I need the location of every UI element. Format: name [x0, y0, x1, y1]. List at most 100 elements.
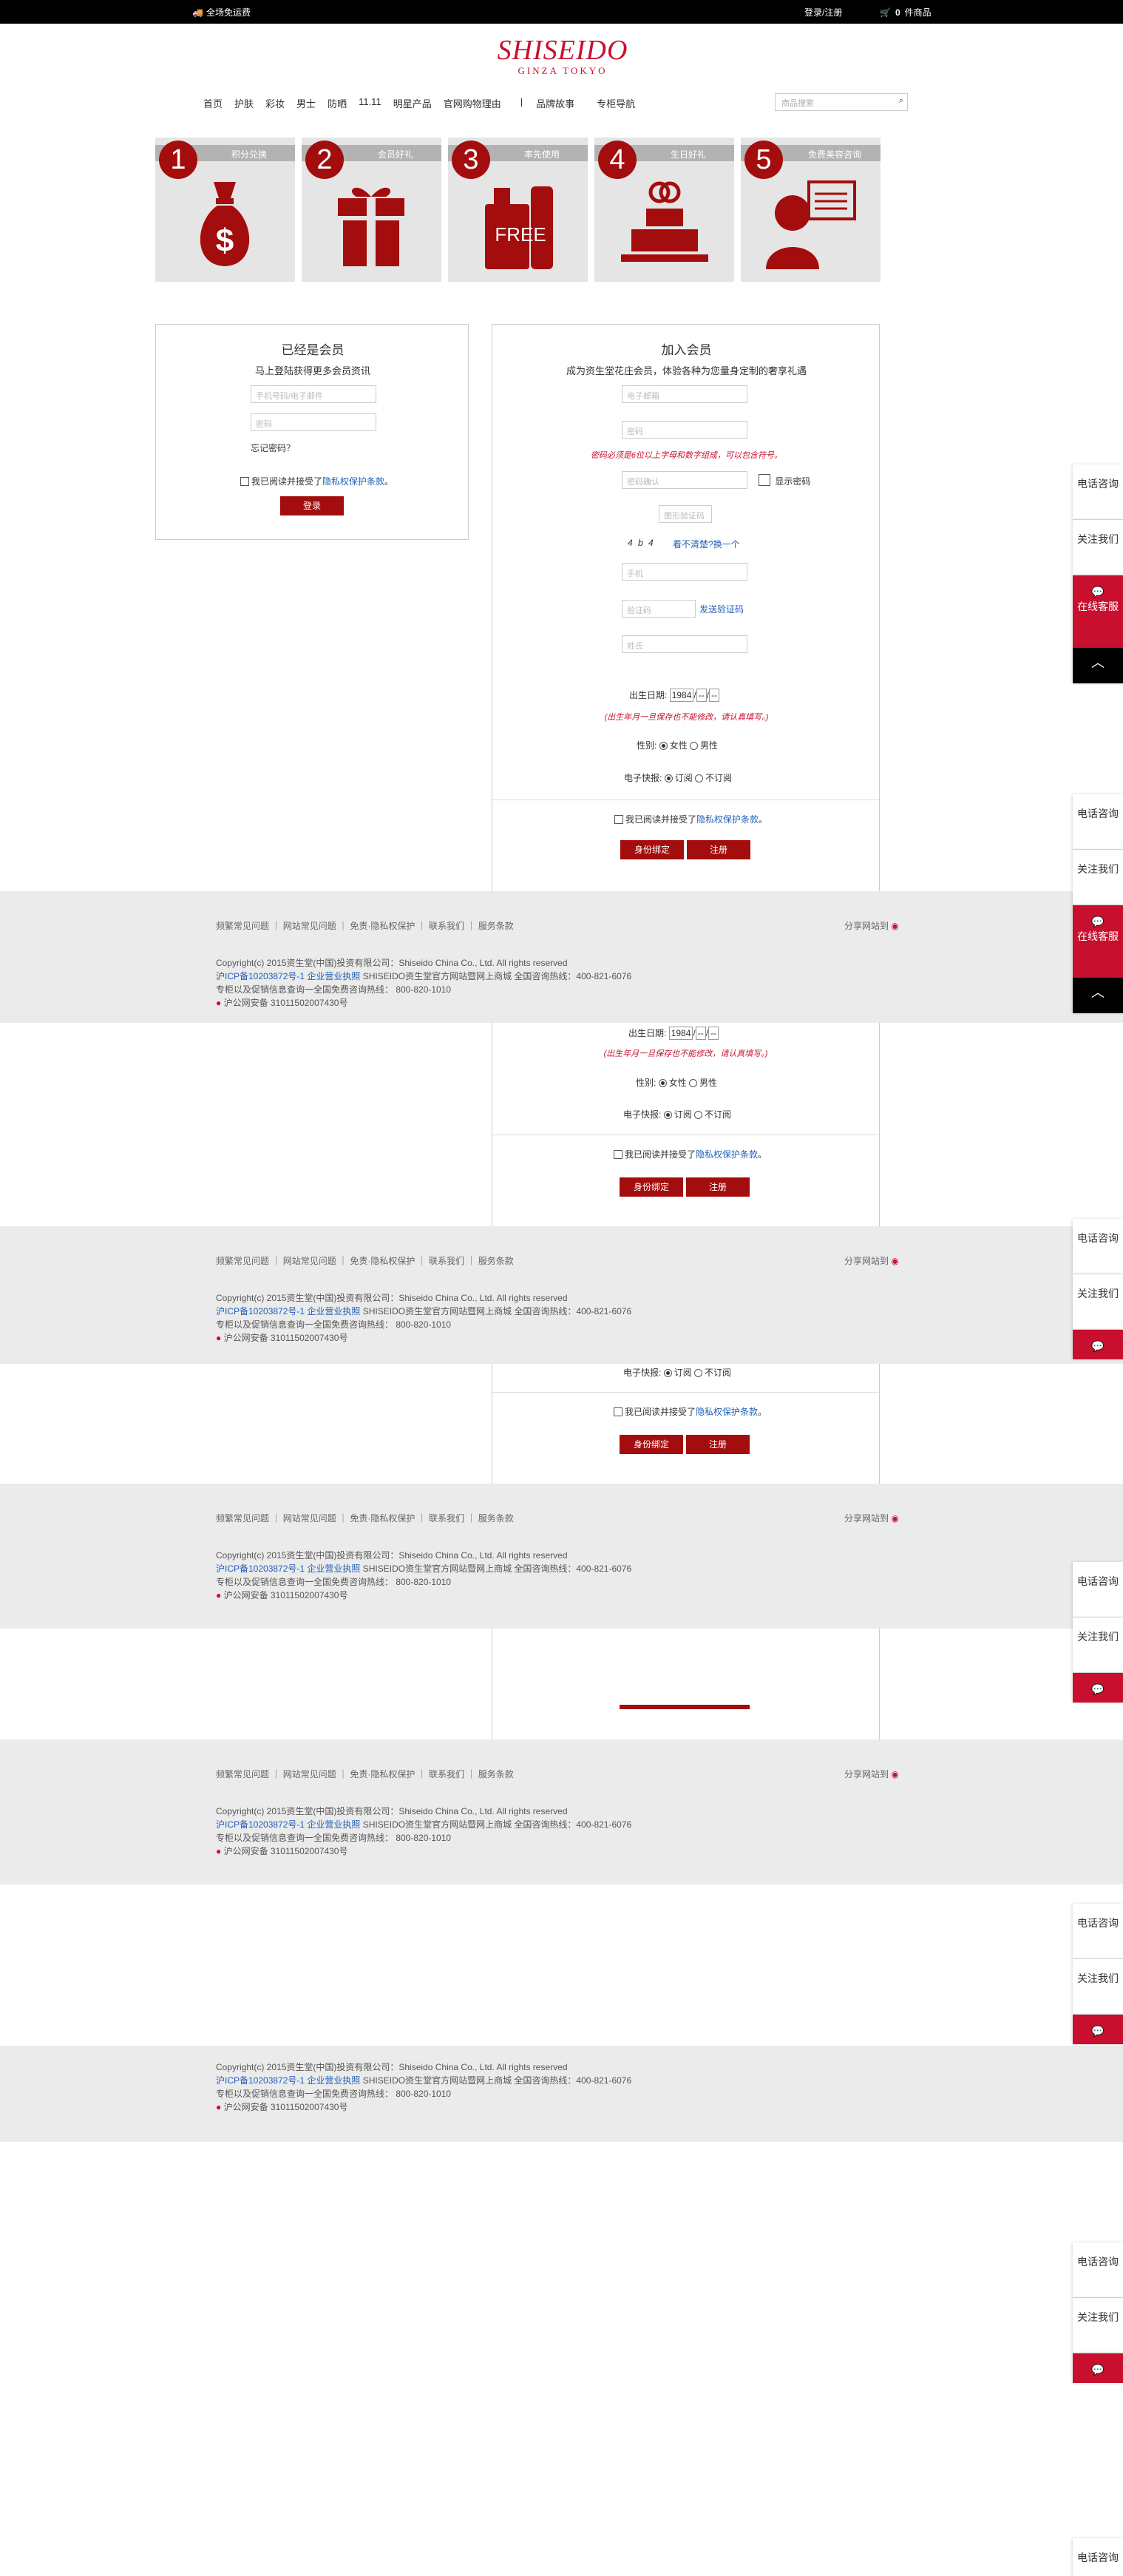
- id-bind-button[interactable]: 身份绑定: [620, 1177, 683, 1197]
- register-agree-checkbox[interactable]: [614, 815, 623, 824]
- login-title: 已经是会员: [281, 343, 345, 357]
- birth-month-select[interactable]: --: [696, 689, 707, 702]
- follow-us-button[interactable]: 关注我们: [1073, 1617, 1123, 1673]
- register-button[interactable]: 注册: [687, 840, 750, 859]
- gender-row: 性别: 女性 男性: [636, 1078, 718, 1088]
- follow-us-button[interactable]: 关注我们: [1073, 1274, 1123, 1330]
- phone-consult-button[interactable]: 电话咨询: [1073, 794, 1123, 850]
- button-fragment: [620, 1705, 750, 1709]
- subscribe-radio[interactable]: [664, 774, 673, 782]
- password-field[interactable]: 密码: [622, 421, 747, 439]
- phone-consult-button[interactable]: 电话咨询: [1073, 1562, 1123, 1617]
- nav-item[interactable]: 防晒: [328, 96, 347, 110]
- login-register-link[interactable]: 登录/注册: [804, 6, 842, 18]
- forgot-password-link[interactable]: 忘记密码？: [251, 442, 295, 454]
- nav-item[interactable]: 护肤: [234, 96, 254, 110]
- login-password-input[interactable]: 密码: [251, 413, 376, 431]
- phone-field[interactable]: 手机: [622, 563, 747, 581]
- phone-consult-button[interactable]: 电话咨询: [1073, 2538, 1123, 2576]
- gender-male-radio[interactable]: [690, 742, 699, 750]
- weibo-icon[interactable]: ◉: [891, 1513, 898, 1524]
- nav-item[interactable]: 彩妆: [265, 96, 285, 110]
- side-widget: 电话咨询: [1073, 2538, 1123, 2576]
- consultant-icon: [766, 180, 856, 269]
- nav-item[interactable]: 男士: [296, 96, 316, 110]
- nav-item[interactable]: 明星产品: [393, 96, 432, 110]
- phone-consult-button[interactable]: 电话咨询: [1073, 1904, 1123, 1959]
- online-service-button[interactable]: 💬 在线客服: [1073, 575, 1123, 648]
- weibo-icon[interactable]: ◉: [891, 921, 898, 931]
- birth-day-select[interactable]: --: [709, 689, 720, 702]
- surname-field[interactable]: 姓氏: [622, 635, 747, 653]
- money-bag-icon: $: [200, 182, 250, 266]
- benefit-tile[interactable]: 2 会员好礼: [302, 138, 441, 282]
- chat-icon: 💬: [1091, 1340, 1105, 1352]
- login-button[interactable]: 登录: [280, 496, 344, 515]
- follow-us-button[interactable]: 关注我们: [1073, 2298, 1123, 2353]
- share-weibo[interactable]: 分享网站到 ◉: [844, 1254, 899, 1267]
- follow-us-button[interactable]: 关注我们: [1073, 520, 1123, 575]
- privacy-link[interactable]: 隐私权保护条款: [696, 814, 759, 825]
- sms-code-field[interactable]: 验证码: [622, 600, 696, 618]
- nav-item[interactable]: 品牌故事: [536, 96, 574, 110]
- share-weibo[interactable]: 分享网站到 ◉: [844, 919, 899, 932]
- weibo-icon[interactable]: ◉: [891, 1256, 898, 1266]
- nav-item[interactable]: 首页: [203, 96, 223, 110]
- send-sms-link[interactable]: 发送验证码: [699, 603, 744, 615]
- back-to-top-button[interactable]: ︿: [1073, 978, 1123, 1013]
- birth-note: (出生年月一旦保存也不能修改，请认真填写。): [603, 1049, 768, 1058]
- cart-link[interactable]: 🛒 0 件商品: [880, 6, 932, 18]
- online-service-button[interactable]: 💬: [1073, 2015, 1123, 2044]
- privacy-link[interactable]: 隐私权保护条款: [322, 476, 384, 487]
- shiseido-logo[interactable]: SHISEIDO GINZA TOKYO: [492, 36, 633, 77]
- nav-item[interactable]: 专柜导航: [597, 96, 635, 110]
- online-service-button[interactable]: 💬: [1073, 1673, 1123, 1703]
- search-input[interactable]: 商品搜索 ⌕: [775, 93, 908, 111]
- police-badge-icon: ●: [216, 1333, 222, 1343]
- search-icon[interactable]: ⌕: [899, 96, 903, 106]
- unsubscribe-radio[interactable]: [695, 774, 704, 782]
- phone-consult-button[interactable]: 电话咨询: [1073, 2242, 1123, 2298]
- id-bind-button[interactable]: 身份绑定: [620, 840, 684, 859]
- birth-year-select[interactable]: 1984: [669, 689, 694, 702]
- benefit-tile[interactable]: 3 率先使用 FREE: [448, 138, 588, 282]
- divider: [492, 1392, 879, 1393]
- password-confirm-field[interactable]: 密码确认: [622, 471, 747, 489]
- benefit-tile[interactable]: 5 免费美容咨询: [741, 138, 881, 282]
- email-field[interactable]: 电子邮箱: [622, 385, 747, 403]
- online-service-button[interactable]: 💬 在线客服: [1073, 905, 1123, 978]
- password-hint: 密码必须是6位以上字母和数字组成，可以包含符号。: [590, 451, 783, 460]
- nav-item[interactable]: 11.11: [359, 96, 381, 110]
- birthday-cake-icon: [621, 181, 708, 262]
- login-user-input[interactable]: 手机号码/电子邮件: [251, 385, 376, 403]
- change-captcha-link[interactable]: 看不清楚?换一个: [673, 538, 740, 550]
- id-bind-button[interactable]: 身份绑定: [620, 1435, 683, 1454]
- copyright-block: Copyright(c) 2015资生堂(中国)投资有限公司：Shiseido …: [216, 1550, 632, 1600]
- share-weibo[interactable]: 分享网站到 ◉: [844, 1768, 899, 1780]
- chat-icon: 💬: [1091, 1683, 1105, 1695]
- online-service-button[interactable]: 💬: [1073, 1330, 1123, 1359]
- icp-link[interactable]: 沪ICP备10203872号-1 企业营业执照: [216, 971, 360, 981]
- show-password: 显示密码: [759, 474, 810, 487]
- copyright-block: Copyright(c) 2015资生堂(中国)投资有限公司：Shiseido …: [216, 1293, 632, 1343]
- login-panel: 已经是会员 马上登陆获得更多会员资讯 手机号码/电子邮件 密码 忘记密码？ 我已…: [155, 324, 469, 540]
- phone-consult-button[interactable]: 电话咨询: [1073, 1219, 1123, 1274]
- login-agree-checkbox[interactable]: [240, 477, 249, 486]
- online-service-button[interactable]: 💬: [1073, 2353, 1123, 2383]
- login-agree: 我已阅读并接受了隐私权保护条款。: [240, 475, 393, 487]
- back-to-top-button[interactable]: ︿: [1073, 648, 1123, 683]
- follow-us-button[interactable]: 关注我们: [1073, 850, 1123, 905]
- benefit-tile[interactable]: 4 生日好礼: [594, 138, 734, 282]
- phone-consult-button[interactable]: 电话咨询: [1073, 464, 1123, 520]
- show-password-checkbox[interactable]: [759, 474, 770, 486]
- nav-item[interactable]: 官网购物理由: [444, 96, 501, 110]
- chat-icon: 💬: [1091, 586, 1105, 598]
- share-weibo[interactable]: 分享网站到 ◉: [844, 1512, 899, 1524]
- benefit-tile[interactable]: 1 积分兑换 $: [155, 138, 295, 282]
- register-button[interactable]: 注册: [686, 1177, 750, 1197]
- weibo-icon[interactable]: ◉: [891, 1769, 898, 1779]
- follow-us-button[interactable]: 关注我们: [1073, 1959, 1123, 2015]
- captcha-field[interactable]: 图形验证码: [659, 505, 712, 523]
- gender-female-radio[interactable]: [659, 742, 668, 750]
- register-button[interactable]: 注册: [686, 1435, 750, 1454]
